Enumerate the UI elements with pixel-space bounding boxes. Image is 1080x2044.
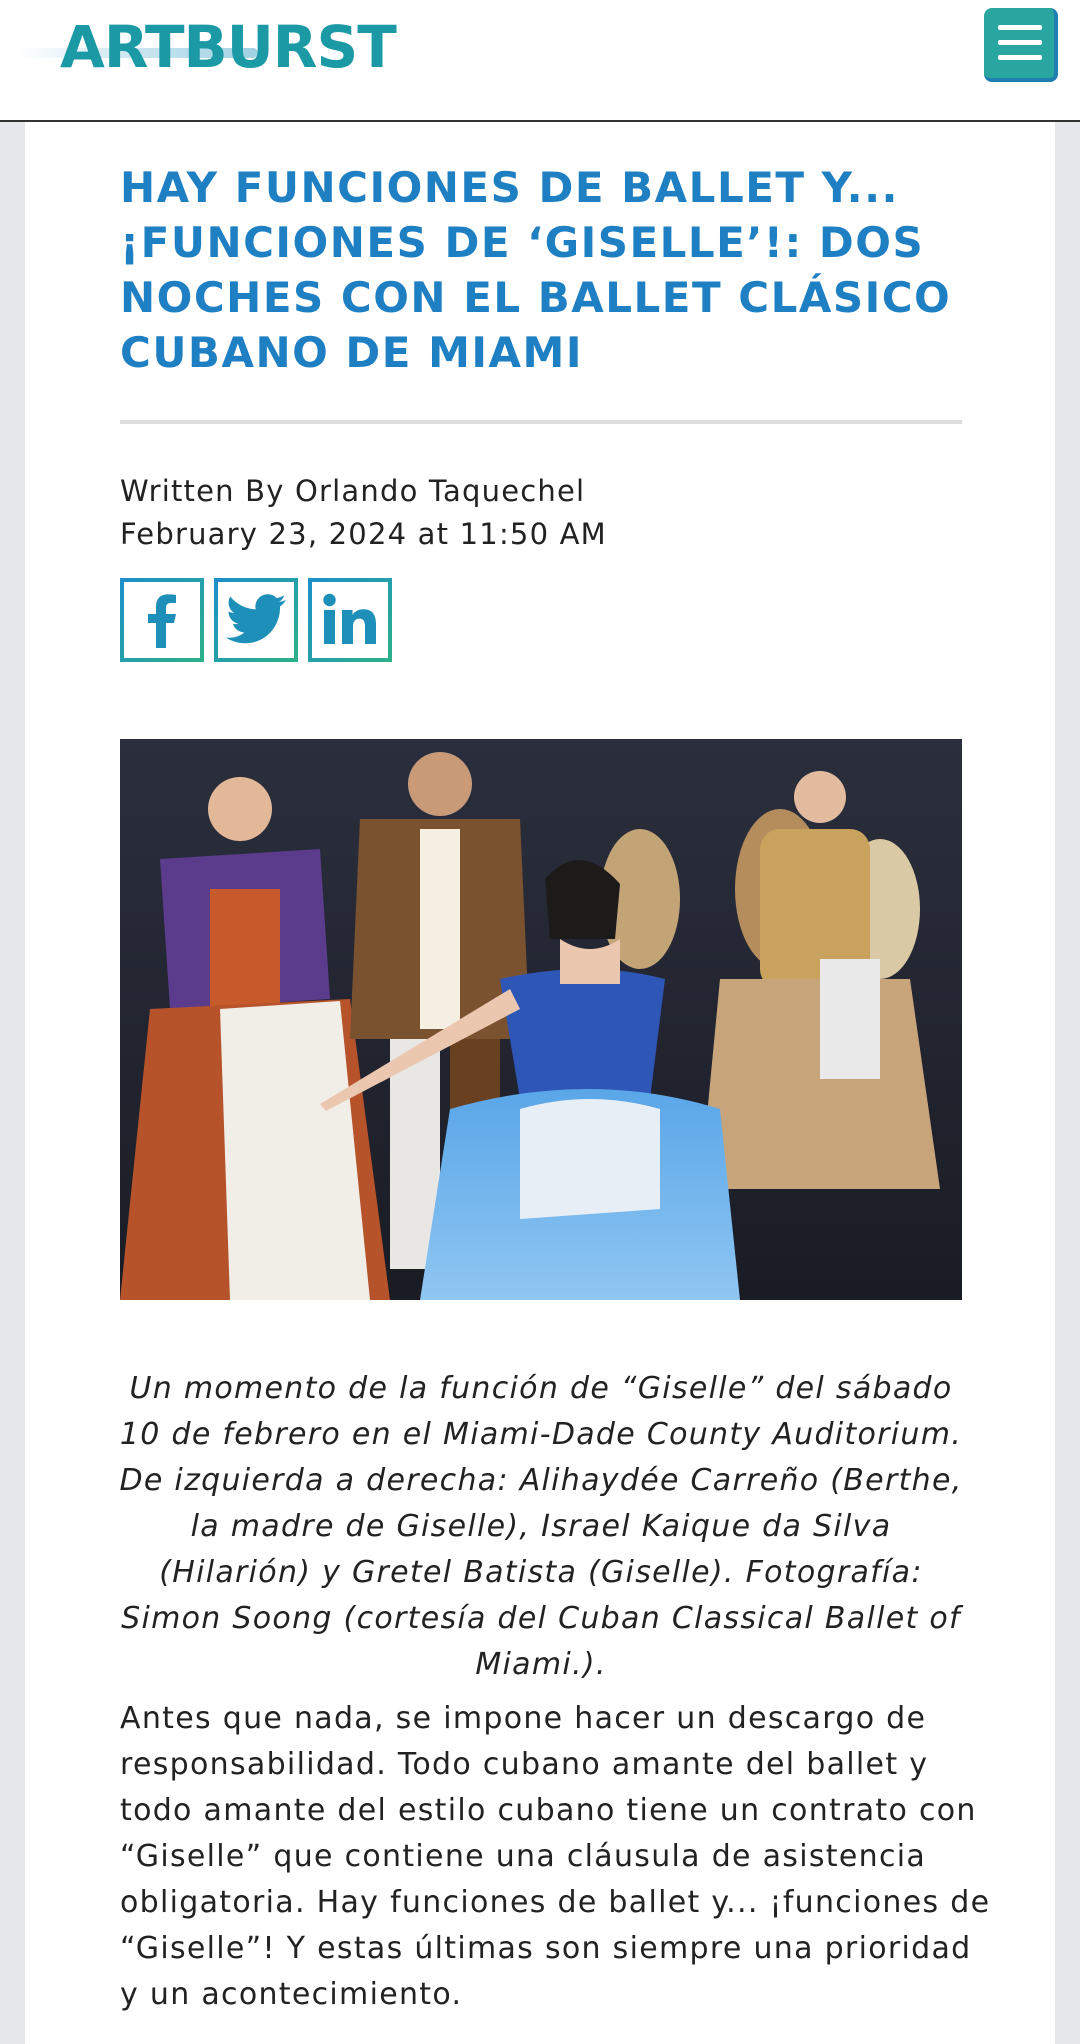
facebook-icon <box>148 594 176 648</box>
article-title: HAY FUNCIONES DE BALLET Y... ¡FUNCIONES … <box>120 163 952 377</box>
twitter-share-button[interactable] <box>214 578 298 662</box>
site-header: ARTBURST <box>0 0 1080 122</box>
article-photo <box>120 739 962 1300</box>
linkedin-share-button[interactable] <box>308 578 392 662</box>
hamburger-menu-icon-bar <box>998 40 1042 45</box>
artburst-logo[interactable]: ARTBURST <box>18 14 398 84</box>
linkedin-icon <box>323 593 376 644</box>
ballet-scene-image <box>120 739 962 1300</box>
byline: Written By Orlando Taquechel <box>120 474 586 508</box>
article-meta: Written By Orlando Taquechel February 23… <box>120 470 607 556</box>
photo-caption: Un momento de la función de “Giselle” de… <box>119 1371 963 1682</box>
hamburger-menu-icon-bar <box>998 55 1042 60</box>
publish-date: February 23, 2024 at 11:50 AM <box>120 517 607 551</box>
title-divider <box>120 420 962 424</box>
facebook-share-button[interactable] <box>120 578 204 662</box>
logo-text: ARTBURST <box>60 13 397 81</box>
hamburger-menu-icon <box>998 25 1042 30</box>
twitter-icon <box>226 594 286 644</box>
article-body-paragraph: Antes que nada, se impone hacer un desca… <box>120 1701 991 2012</box>
menu-button[interactable] <box>984 8 1058 82</box>
